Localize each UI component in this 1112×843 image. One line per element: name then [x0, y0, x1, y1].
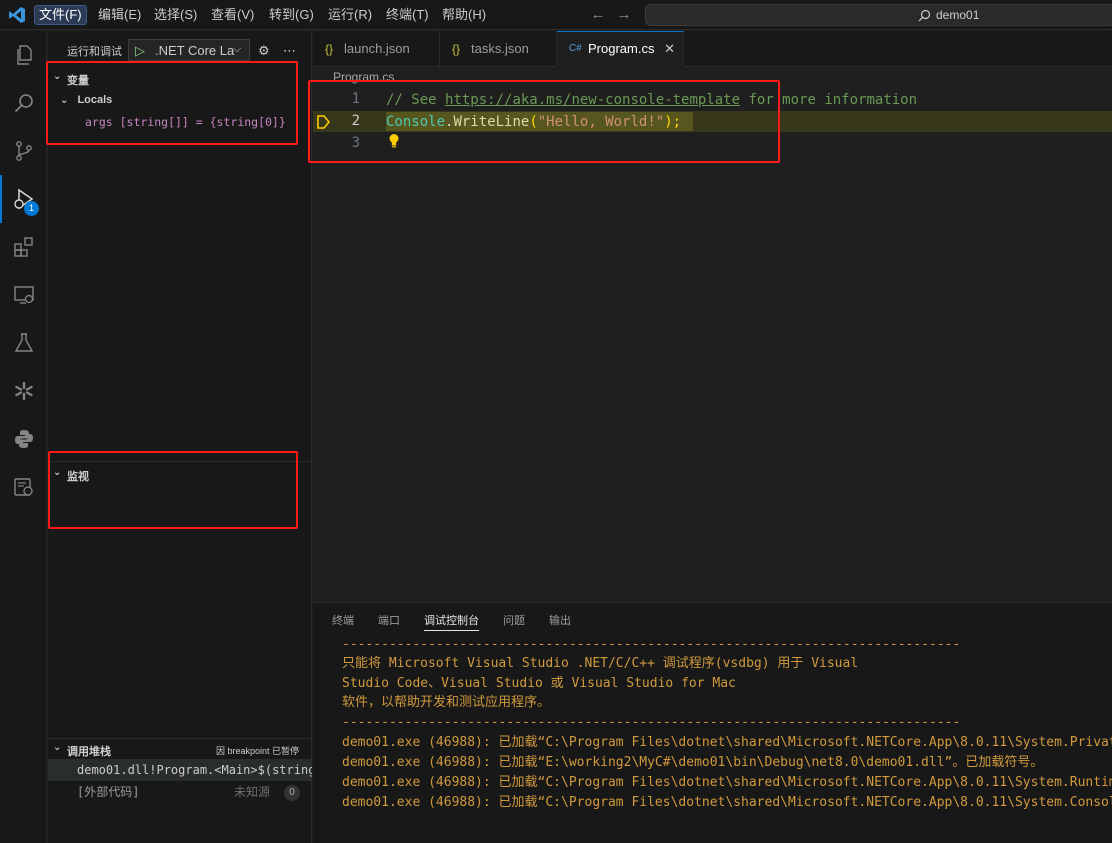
callstack-frame-external[interactable]: [外部代码] [77, 781, 139, 803]
tab-label: Program.cs [588, 41, 655, 56]
json-file-icon: {} [452, 42, 461, 56]
command-center-search[interactable]: demo01 [645, 4, 1112, 26]
debug-console-output[interactable]: ----------------------------------------… [313, 633, 1112, 843]
search-text: demo01 [936, 8, 980, 22]
highlight-box-watch [48, 451, 298, 529]
console-line: 软件，以帮助开发和测试应用程序。 [342, 695, 551, 710]
csharp-file-icon: C# [569, 43, 582, 54]
tab-label: tasks.json [471, 41, 529, 56]
callstack-frame[interactable]: demo01.dll!Program.<Main>$(string [48, 759, 312, 781]
panel-tab-debug-console[interactable]: 调试控制台 [424, 612, 479, 631]
run-debug-icon[interactable]: 1 [0, 175, 47, 223]
frame-source: 未知源 [234, 785, 271, 799]
console-line: Studio Code、Visual Studio 或 Visual Studi… [342, 676, 736, 691]
console-line: demo01.exe (46988): 已加载“C:\Program Files… [342, 735, 1112, 750]
highlight-box-variables [46, 61, 298, 145]
run-debug-sidebar: 运行和调试 ▷ .NET Core La ⌵ ⚙ ⋯ ⌄ 变量 ⌄ Locals… [48, 31, 312, 843]
panel-tab-ports[interactable]: 端口 [378, 612, 400, 628]
launch-config-name: .NET Core La [155, 43, 235, 58]
run-debug-title: 运行和调试 [67, 46, 122, 58]
more-actions-icon[interactable]: ⋯ [283, 43, 296, 59]
launch-config-dropdown[interactable]: ▷ .NET Core La ⌵ [128, 39, 250, 61]
title-bar: 文件(F) 编辑(E) 选择(S) 查看(V) 转到(G) 运行(R) 终端(T… [0, 0, 1112, 30]
frame-name: demo01.dll!Program.<Main>$(string [77, 763, 312, 777]
highlight-box-code [308, 80, 780, 163]
kubernetes-icon[interactable] [0, 367, 47, 415]
menu-selection[interactable]: 选择(S) [150, 5, 201, 25]
menu-view[interactable]: 查看(V) [207, 5, 258, 25]
menu-terminal[interactable]: 终端(T) [382, 5, 433, 25]
menu-goto[interactable]: 转到(G) [265, 5, 318, 25]
tab-tasks-json[interactable]: {} tasks.json [440, 31, 557, 67]
debug-badge: 1 [24, 201, 39, 216]
source-control-icon[interactable] [0, 127, 47, 175]
editor-tabs: {} launch.json {} tasks.json C# Program.… [313, 31, 1112, 67]
paused-status: 因 breakpoint 已暂停 [216, 746, 300, 756]
extensions-icon[interactable] [0, 223, 47, 271]
back-arrow-icon[interactable]: ← [590, 6, 606, 24]
frame-name: [外部代码] [77, 785, 140, 799]
frame-count-badge: 0 [284, 785, 300, 801]
menu-run[interactable]: 运行(R) [324, 5, 376, 25]
explorer-icon[interactable] [0, 31, 47, 79]
remote-explorer-icon[interactable] [0, 271, 47, 319]
tab-program-cs[interactable]: C# Program.cs ✕ [557, 31, 684, 67]
bottom-panel: 终端 端口 调试控制台 问题 输出 ----------------------… [313, 602, 1112, 843]
panel-tab-problems[interactable]: 问题 [503, 612, 525, 628]
testing-icon[interactable] [0, 319, 47, 367]
tab-launch-json[interactable]: {} launch.json [313, 31, 440, 67]
start-debugging-icon[interactable]: ▷ [135, 43, 145, 59]
chevron-down-icon: ⌄ [53, 742, 62, 753]
console-line: ----------------------------------------… [342, 715, 961, 730]
menu-help[interactable]: 帮助(H) [438, 5, 490, 25]
search-icon [918, 9, 931, 22]
menu-edit[interactable]: 编辑(E) [94, 5, 145, 25]
close-icon[interactable]: ✕ [664, 32, 675, 66]
callstack-section-header[interactable]: ⌄ 调用堆栈 因 breakpoint 已暂停 [48, 738, 312, 760]
console-line: demo01.exe (46988): 已加载“C:\Program Files… [342, 795, 1112, 810]
python-icon[interactable] [0, 415, 47, 463]
console-line: ----------------------------------------… [342, 637, 961, 652]
search-icon[interactable] [0, 79, 47, 127]
forward-arrow-icon[interactable]: → [616, 6, 632, 24]
console-line: 只能将 Microsoft Visual Studio .NET/C/C++ 调… [342, 656, 859, 671]
console-line: demo01.exe (46988): 已加载“C:\Program Files… [342, 775, 1112, 790]
vscode-logo-icon [9, 7, 25, 23]
callstack-header-label: 调用堆栈 [67, 746, 111, 758]
panel-tab-output[interactable]: 输出 [549, 612, 571, 628]
gear-icon[interactable]: ⚙ [258, 43, 270, 59]
tab-label: launch.json [344, 41, 410, 56]
docker-icon[interactable] [0, 463, 47, 511]
console-line: demo01.exe (46988): 已加载“E:\working2\MyC#… [342, 755, 1044, 770]
chevron-down-icon: ⌵ [233, 43, 242, 55]
panel-tab-terminal[interactable]: 终端 [332, 612, 354, 628]
activity-bar: 1 [0, 31, 47, 843]
menu-file[interactable]: 文件(F) [34, 5, 87, 25]
json-file-icon: {} [325, 42, 334, 56]
